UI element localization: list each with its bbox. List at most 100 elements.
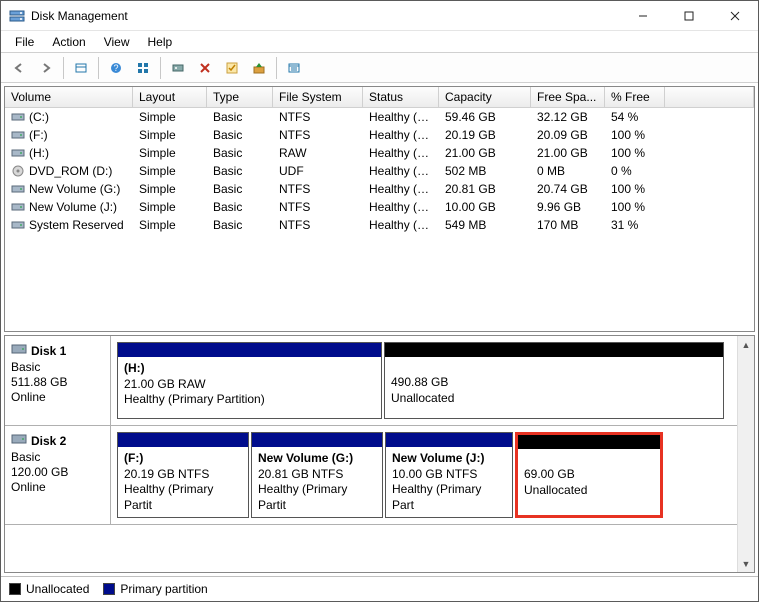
- partition[interactable]: New Volume (J:)10.00 GB NTFSHealthy (Pri…: [385, 432, 513, 518]
- drive-icon: [11, 183, 25, 195]
- menu-file[interactable]: File: [7, 33, 42, 51]
- unallocated-partition[interactable]: 490.88 GBUnallocated: [384, 342, 724, 419]
- unallocated-partition[interactable]: 69.00 GBUnallocated: [515, 432, 663, 518]
- disk-size: 511.88 GB: [11, 375, 104, 389]
- disk-name: Disk 1: [31, 344, 66, 358]
- partition[interactable]: New Volume (G:)20.81 GB NTFSHealthy (Pri…: [251, 432, 383, 518]
- partition-size: 69.00 GB: [524, 467, 654, 483]
- volume-type: Basic: [207, 143, 273, 163]
- volume-status: Healthy (P...: [363, 143, 439, 163]
- volume-row[interactable]: New Volume (J:)SimpleBasicNTFSHealthy (P…: [5, 198, 754, 216]
- maximize-button[interactable]: [666, 1, 712, 31]
- partition-size: 490.88 GB: [391, 375, 717, 391]
- col-filesystem[interactable]: File System: [273, 87, 363, 107]
- volume-row[interactable]: New Volume (G:)SimpleBasicNTFSHealthy (P…: [5, 180, 754, 198]
- volume-type: Basic: [207, 179, 273, 199]
- partition-size: 21.00 GB RAW: [124, 377, 375, 393]
- svg-text:?: ?: [113, 63, 118, 73]
- col-status[interactable]: Status: [363, 87, 439, 107]
- partition[interactable]: (F:)20.19 GB NTFSHealthy (Primary Partit: [117, 432, 249, 518]
- partition-color-bar: [385, 343, 723, 357]
- volume-fs: UDF: [273, 161, 363, 181]
- help-button[interactable]: ?: [104, 56, 128, 80]
- scrollbar[interactable]: ▲ ▼: [737, 336, 754, 572]
- volume-layout: Simple: [133, 125, 207, 145]
- disk-management-icon: [9, 8, 25, 24]
- volume-name: (F:): [29, 128, 48, 142]
- volume-fs: NTFS: [273, 125, 363, 145]
- volume-free: 0 MB: [531, 161, 605, 181]
- col-freespace[interactable]: Free Spa...: [531, 87, 605, 107]
- col-layout[interactable]: Layout: [133, 87, 207, 107]
- volume-free: 170 MB: [531, 215, 605, 235]
- partition-color-bar: [118, 343, 381, 357]
- disk-status: Online: [11, 480, 104, 494]
- scroll-down-icon[interactable]: ▼: [738, 555, 755, 572]
- partition-size: 20.81 GB NTFS: [258, 467, 376, 483]
- disk-partitions: (H:)21.00 GB RAWHealthy (Primary Partiti…: [111, 336, 754, 425]
- toolbar: ?: [1, 53, 758, 83]
- views-button[interactable]: [131, 56, 155, 80]
- col-type[interactable]: Type: [207, 87, 273, 107]
- volume-type: Basic: [207, 125, 273, 145]
- disk-row: Disk 1 Basic511.88 GBOnline (H:)21.00 GB R…: [5, 336, 754, 426]
- up-button[interactable]: [247, 56, 271, 80]
- volume-layout: Simple: [133, 215, 207, 235]
- disk-info-panel[interactable]: Disk 1 Basic511.88 GBOnline: [5, 336, 111, 425]
- volume-status: Healthy (P...: [363, 125, 439, 145]
- volume-name: New Volume (J:): [29, 200, 117, 214]
- volume-pct: 31 %: [605, 215, 665, 235]
- legend-primary: Primary partition: [103, 582, 207, 596]
- back-button[interactable]: [7, 56, 31, 80]
- col-volume[interactable]: Volume: [5, 87, 133, 107]
- properties-button[interactable]: [282, 56, 306, 80]
- volume-row[interactable]: DVD_ROM (D:)SimpleBasicUDFHealthy (P...5…: [5, 162, 754, 180]
- check-button[interactable]: [220, 56, 244, 80]
- forward-button[interactable]: [34, 56, 58, 80]
- partition-title: (F:): [124, 451, 242, 467]
- scroll-up-icon[interactable]: ▲: [738, 336, 755, 353]
- legend: Unallocated Primary partition: [1, 576, 758, 601]
- volume-row[interactable]: System ReservedSimpleBasicNTFSHealthy (S…: [5, 216, 754, 234]
- drive-icon: [11, 147, 25, 159]
- partition-status: Healthy (Primary Partit: [124, 482, 242, 513]
- partition-color-bar: [386, 433, 512, 447]
- col-capacity[interactable]: Capacity: [439, 87, 531, 107]
- volume-fs: NTFS: [273, 179, 363, 199]
- volume-layout: Simple: [133, 197, 207, 217]
- menu-help[interactable]: Help: [140, 33, 181, 51]
- close-button[interactable]: [712, 1, 758, 31]
- volume-row[interactable]: (H:)SimpleBasicRAWHealthy (P...21.00 GB2…: [5, 144, 754, 162]
- partition[interactable]: (H:)21.00 GB RAWHealthy (Primary Partiti…: [117, 342, 382, 419]
- volume-free: 21.00 GB: [531, 143, 605, 163]
- volume-pct: 100 %: [605, 143, 665, 163]
- volume-row[interactable]: (F:)SimpleBasicNTFSHealthy (P...20.19 GB…: [5, 126, 754, 144]
- disk-graphical-view: Disk 1Basic511.88 GBOnline(H:)21.00 GB R…: [4, 335, 755, 573]
- volume-free: 20.74 GB: [531, 179, 605, 199]
- refresh-button[interactable]: [166, 56, 190, 80]
- disk-status: Online: [11, 390, 104, 404]
- disk-type: Basic: [11, 360, 104, 374]
- disk-info-panel[interactable]: Disk 2Basic120.00 GBOnline: [5, 426, 111, 524]
- partition-title: New Volume (G:): [258, 451, 376, 467]
- volume-layout: Simple: [133, 161, 207, 181]
- volume-body: (C:)SimpleBasicNTFSHealthy (B...59.46 GB…: [5, 108, 754, 331]
- volume-row[interactable]: (C:)SimpleBasicNTFSHealthy (B...59.46 GB…: [5, 108, 754, 126]
- volume-name: New Volume (G:): [29, 182, 120, 196]
- title-bar: Disk Management: [1, 1, 758, 31]
- delete-button[interactable]: [193, 56, 217, 80]
- menu-action[interactable]: Action: [44, 33, 93, 51]
- legend-unallocated: Unallocated: [9, 582, 89, 596]
- volume-type: Basic: [207, 161, 273, 181]
- partition-color-bar: [518, 435, 660, 449]
- volume-fs: NTFS: [273, 197, 363, 217]
- swatch-blue-icon: [103, 583, 115, 595]
- volume-capacity: 21.00 GB: [439, 143, 531, 163]
- menu-view[interactable]: View: [96, 33, 138, 51]
- minimize-button[interactable]: [620, 1, 666, 31]
- drive-icon: [11, 165, 25, 177]
- volume-name: (H:): [29, 146, 49, 160]
- col-pctfree[interactable]: % Free: [605, 87, 665, 107]
- view-button[interactable]: [69, 56, 93, 80]
- disk-name: Disk 2: [31, 434, 66, 448]
